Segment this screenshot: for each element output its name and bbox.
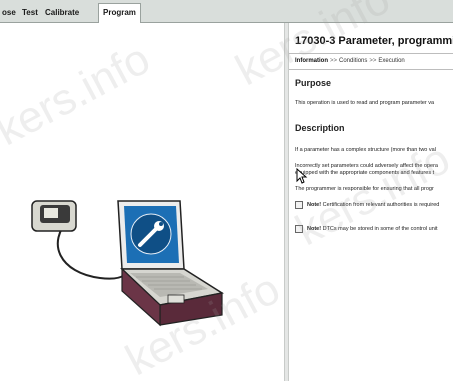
divider bbox=[289, 69, 453, 70]
tab-diagnose[interactable]: ose bbox=[2, 4, 16, 22]
purpose-text: This operation is used to read and progr… bbox=[295, 100, 435, 106]
description-heading: Description bbox=[295, 123, 345, 133]
note-label: Note! bbox=[307, 226, 322, 232]
breadcrumb-separator: >> bbox=[369, 58, 377, 64]
note-body: DTCs may be stored in some of the contro… bbox=[322, 226, 438, 232]
note-body: Certification from relevant authorities … bbox=[322, 202, 440, 208]
laptop-vci-illustration bbox=[31, 200, 225, 327]
divider bbox=[289, 53, 453, 54]
breadcrumb-information[interactable]: Information bbox=[295, 58, 328, 64]
tab-test[interactable]: Test bbox=[22, 4, 38, 22]
description-line: The programmer is responsible for ensuri… bbox=[295, 186, 434, 192]
breadcrumb-execution[interactable]: Execution bbox=[378, 58, 404, 64]
information-pane: 17030-3 Parameter, programming Informati… bbox=[289, 23, 453, 381]
note-text: Note! Certification from relevant author… bbox=[307, 202, 439, 208]
note-icon bbox=[295, 225, 303, 233]
tab-calibrate[interactable]: Calibrate bbox=[45, 4, 79, 22]
tab-program[interactable]: Program bbox=[98, 3, 141, 23]
vci-device-icon bbox=[31, 200, 77, 232]
tab-bar: ose Test Calibrate Program bbox=[0, 0, 453, 23]
breadcrumb-conditions[interactable]: Conditions bbox=[339, 58, 367, 64]
illustration-pane bbox=[0, 23, 284, 381]
page-title: 17030-3 Parameter, programming bbox=[295, 35, 453, 47]
breadcrumb: Information >> Conditions >> Execution bbox=[295, 58, 405, 64]
note-label: Note! bbox=[307, 202, 322, 208]
description-line: Incorrectly set parameters could adverse… bbox=[295, 163, 438, 169]
note-text: Note! DTCs may be stored in some of the … bbox=[307, 226, 438, 232]
note-icon bbox=[295, 201, 303, 209]
description-line: If a parameter has a complex structure (… bbox=[295, 147, 436, 153]
description-line: equipped with the appropriate components… bbox=[295, 170, 435, 176]
laptop-icon bbox=[117, 200, 225, 327]
breadcrumb-separator: >> bbox=[330, 58, 338, 64]
purpose-heading: Purpose bbox=[295, 78, 332, 88]
mouse-cursor-icon bbox=[296, 168, 308, 184]
